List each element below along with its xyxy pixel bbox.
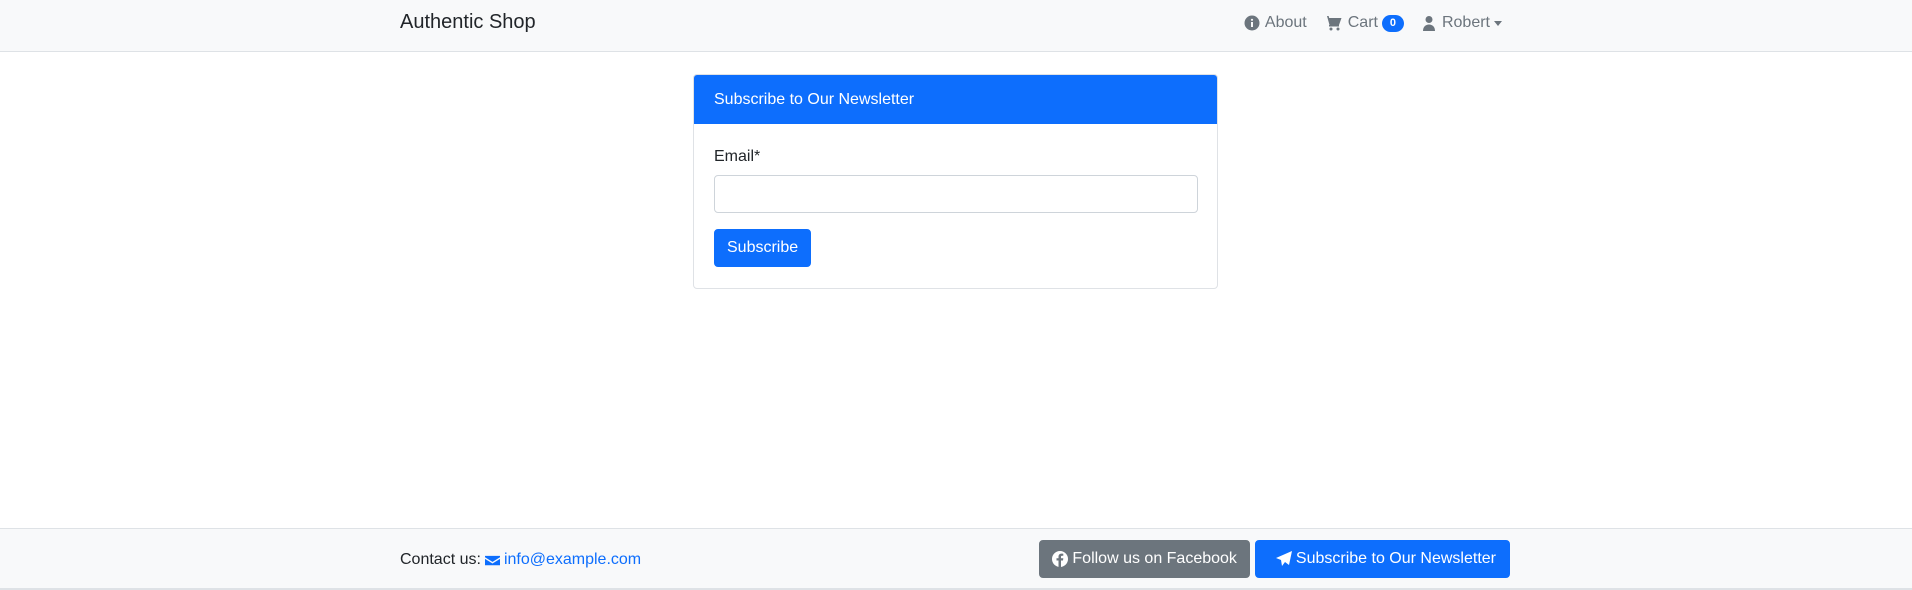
footer: Contact us: info@example.com Follow us o…	[0, 528, 1912, 590]
email-field[interactable]	[714, 175, 1198, 213]
nav-user-label: Robert	[1441, 14, 1490, 31]
contact-info: Contact us: info@example.com	[400, 549, 641, 571]
contact-label: Contact us:	[400, 551, 481, 568]
user-icon	[1421, 15, 1437, 31]
footer-actions: Follow us on Facebook Subscribe to Our N…	[1039, 540, 1510, 578]
shopping-cart-icon	[1323, 15, 1343, 31]
card-header: Subscribe to Our Newsletter	[694, 75, 1217, 124]
navbar: Authentic Shop About Cart 0 Robert	[0, 0, 1912, 52]
contact-email: info@example.com	[503, 551, 642, 568]
nav-cart-label: Cart	[1347, 14, 1378, 31]
nav-about-label: About	[1264, 14, 1307, 31]
newsletter-card: Subscribe to Our Newsletter Email* Subsc…	[693, 74, 1218, 289]
chevron-down-icon	[1494, 20, 1502, 26]
subscribe-button[interactable]: Subscribe	[714, 229, 812, 267]
email-label: Email*	[714, 148, 761, 165]
facebook-icon	[1052, 551, 1069, 567]
envelope-icon	[484, 555, 500, 565]
info-circle-icon	[1244, 15, 1260, 31]
card-body: Email* Subscribe	[694, 147, 1217, 267]
newsletter-button[interactable]: Subscribe to Our Newsletter	[1254, 540, 1510, 578]
cart-count-badge: 0	[1381, 14, 1404, 32]
navbar-links: About Cart 0 Robert	[1244, 12, 1502, 34]
nav-user-dropdown[interactable]: Robert	[1421, 14, 1502, 32]
facebook-button[interactable]: Follow us on Facebook	[1039, 540, 1250, 578]
nav-about-link[interactable]: About	[1244, 14, 1307, 32]
brand-link[interactable]: Authentic Shop	[400, 10, 536, 34]
nav-cart-link[interactable]: Cart 0	[1323, 14, 1404, 32]
paper-plane-icon	[1275, 551, 1292, 566]
contact-email-link[interactable]: info@example.com	[484, 549, 642, 571]
newsletter-label: Subscribe to Our Newsletter	[1295, 550, 1496, 567]
facebook-label: Follow us on Facebook	[1072, 550, 1237, 567]
